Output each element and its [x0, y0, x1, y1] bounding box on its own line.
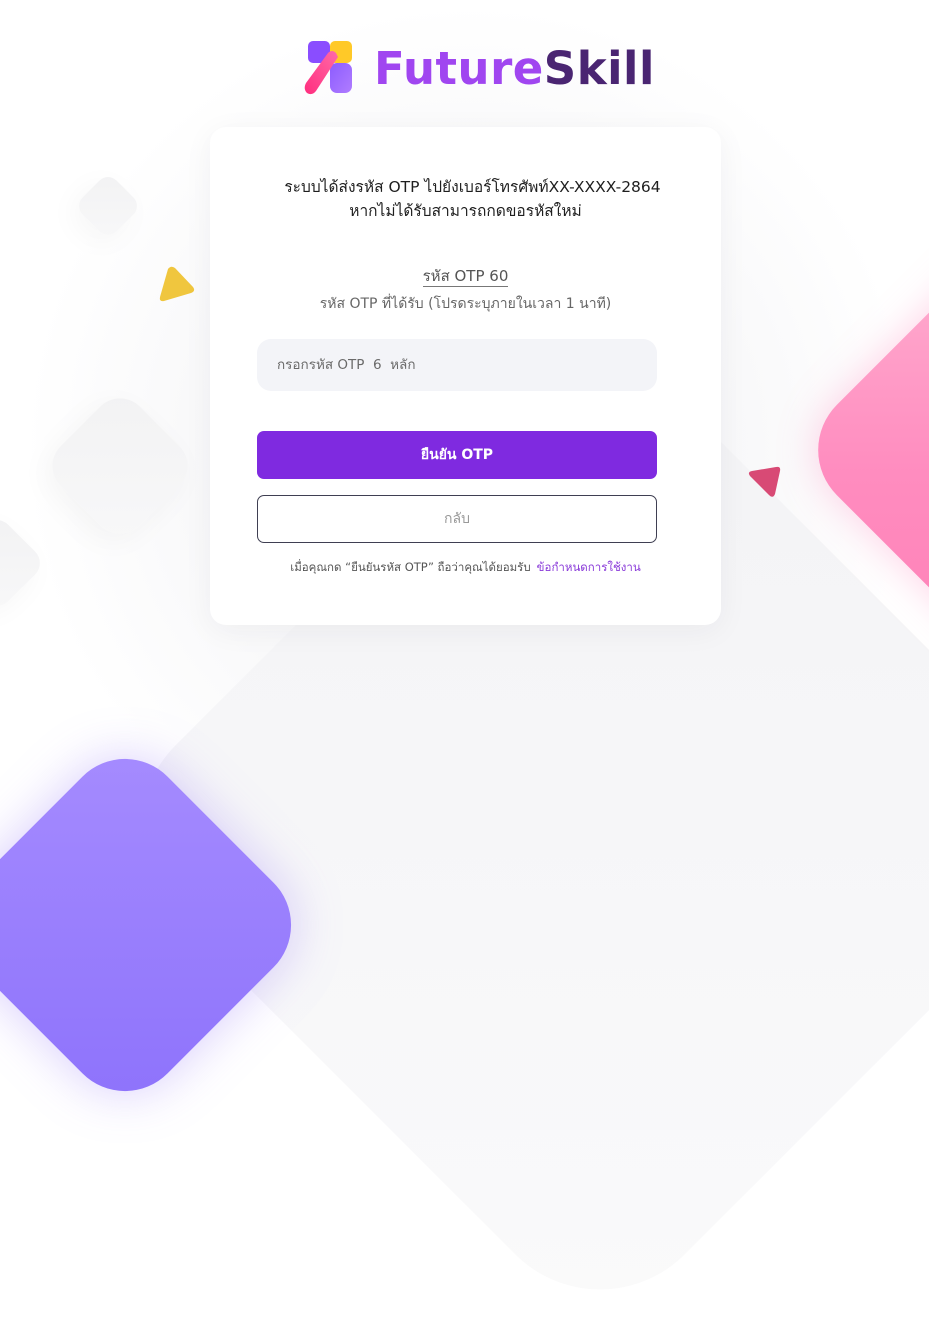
otp-input[interactable]	[257, 339, 657, 391]
decor-red-triangle-icon	[748, 466, 781, 497]
terms-prefix: เมื่อคุณกด “ยืนยันรหัส OTP” ถือว่าคุณได้…	[290, 560, 531, 574]
brand-name-future: Future	[374, 41, 544, 95]
confirm-otp-button[interactable]: ยืนยัน OTP	[257, 431, 657, 479]
brand-name-skill: Skill	[543, 41, 655, 95]
otp-hint: รหัส OTP ที่ได้รับ (โปรดระบุภายในเวลา 1 …	[319, 296, 612, 312]
otp-timer: รหัส OTP 60	[210, 264, 721, 288]
brand-name: FutureSkill	[374, 46, 655, 91]
terms-link[interactable]: ข้อกำหนดการใช้งาน	[537, 560, 641, 574]
decor-yellow-triangle-icon	[159, 266, 195, 302]
decor-pink-shape	[791, 216, 929, 684]
back-button[interactable]: กลับ	[257, 495, 657, 543]
decor-square-small	[74, 172, 142, 240]
otp-timer-label: รหัส OTP 60	[422, 267, 509, 287]
otp-message: ระบบได้ส่งรหัส OTP ไปยังเบอร์โทรศัพท์XX-…	[210, 175, 721, 223]
otp-message-line2: หากไม่ได้รับสามารถกดขอรหัสใหม่	[349, 202, 582, 220]
futureskill-logo-icon	[304, 41, 352, 95]
brand-logo: FutureSkill	[302, 38, 655, 98]
otp-message-line1: ระบบได้ส่งรหัส OTP ไปยังเบอร์โทรศัพท์XX-…	[284, 178, 661, 196]
decor-purple-shape	[0, 734, 316, 1116]
decor-square-edge	[0, 513, 47, 613]
decor-square-large	[40, 386, 200, 546]
terms-notice: เมื่อคุณกด “ยืนยันรหัส OTP” ถือว่าคุณได้…	[210, 559, 721, 577]
otp-card: ระบบได้ส่งรหัส OTP ไปยังเบอร์โทรศัพท์XX-…	[210, 127, 721, 625]
